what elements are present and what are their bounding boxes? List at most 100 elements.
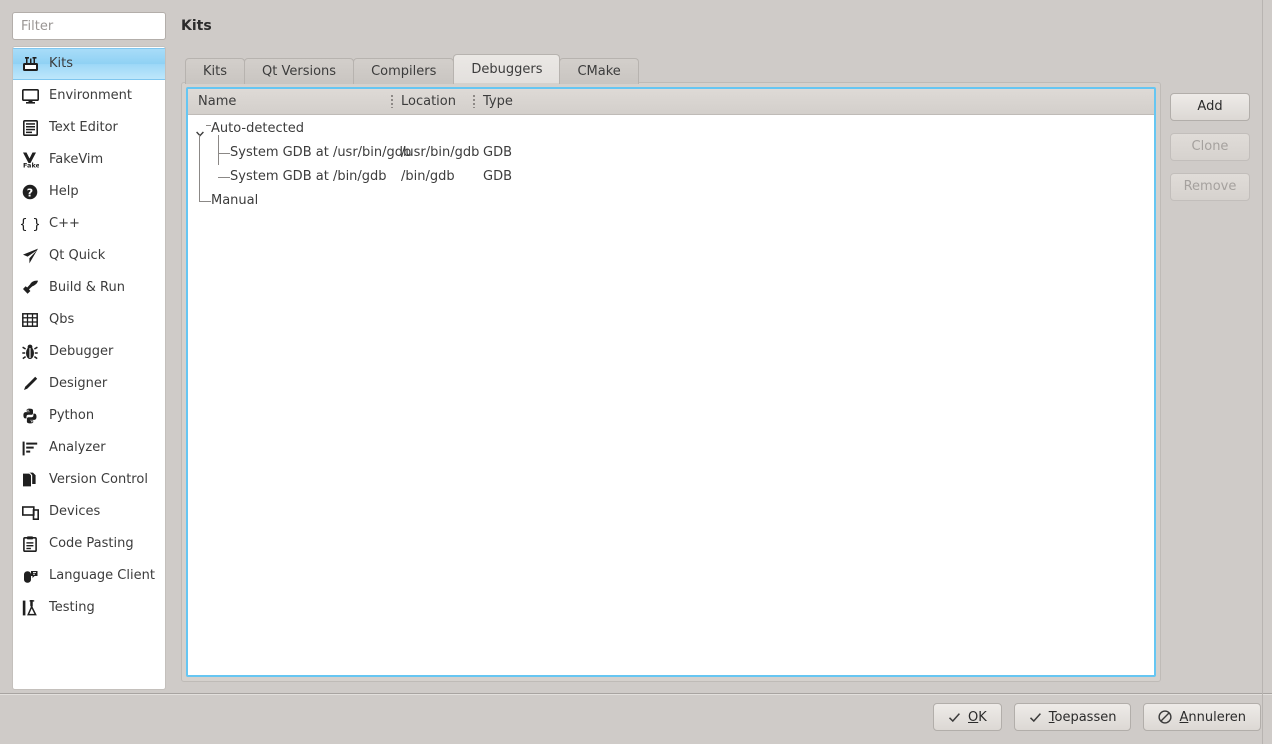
- kits-icon: [19, 54, 41, 74]
- check-icon: [948, 711, 961, 724]
- sidebar-item-qbs[interactable]: Qbs: [13, 304, 165, 336]
- row-type: GDB: [483, 145, 513, 160]
- sidebar-item-label: Debugger: [49, 344, 114, 359]
- sidebar-item-designer[interactable]: Designer: [13, 368, 165, 400]
- sidebar-item-label: Testing: [49, 600, 95, 615]
- tree-branch-elbow-1: [218, 153, 230, 154]
- sidebar-list[interactable]: Kits Environment Text Editor Fake FakeVim? He…: [12, 46, 166, 690]
- sidebar-item-qt-quick[interactable]: Qt Quick: [13, 240, 165, 272]
- row-location: /bin/gdb: [401, 169, 455, 184]
- toepassen-button[interactable]: Toepassen: [1013, 703, 1132, 731]
- sidebar-item-label: Language Client: [49, 568, 155, 583]
- sidebar-item-label: C++: [49, 216, 80, 231]
- sidebar-item-label: Version Control: [49, 472, 148, 487]
- sidebar-item-label: Code Pasting: [49, 536, 134, 551]
- sidebar-item-testing[interactable]: Testing: [13, 592, 165, 624]
- sidebar-item-code-pasting[interactable]: Code Pasting: [13, 528, 165, 560]
- tab-bar: Kits Qt Versions Compilers Debuggers CMake: [185, 54, 639, 84]
- svg-text:?: ?: [27, 186, 33, 199]
- tab-compilers[interactable]: Compilers: [353, 58, 455, 84]
- row-location: /usr/bin/gdb: [401, 145, 480, 160]
- sidebar-item-devices[interactable]: Devices: [13, 496, 165, 528]
- dialog-button-label: Annuleren: [1179, 709, 1246, 725]
- tab-cmake[interactable]: CMake: [559, 58, 639, 84]
- sidebar-item-label: Designer: [49, 376, 108, 391]
- svg-text:{ }: { }: [21, 217, 39, 232]
- sidebar-item-fakevim[interactable]: Fake FakeVim: [13, 144, 165, 176]
- check-icon: [1029, 711, 1042, 724]
- sidebar-item-label: Text Editor: [49, 120, 118, 135]
- column-header-type[interactable]: Type: [483, 89, 513, 114]
- clipboard-icon: [19, 534, 41, 554]
- tab-kits[interactable]: Kits: [185, 58, 246, 84]
- column-resize-handle[interactable]: [391, 95, 393, 108]
- tab-label: Compilers: [371, 64, 437, 79]
- search-input[interactable]: [12, 12, 166, 40]
- sidebar-item-kits[interactable]: Kits: [13, 48, 165, 80]
- hammer-icon: [19, 278, 41, 298]
- tab-label: Kits: [203, 64, 228, 79]
- sidebar-item-language-client[interactable]: Language Client: [13, 560, 165, 592]
- page-title: Kits: [181, 18, 212, 34]
- column-header-location[interactable]: Location: [401, 89, 456, 114]
- table-row[interactable]: Auto-detected: [188, 117, 1154, 141]
- tree-branch-substem: [218, 135, 219, 165]
- row-name: System GDB at /bin/gdb: [230, 169, 387, 184]
- testing-icon: [19, 598, 41, 618]
- sidebar-item-analyzer[interactable]: Analyzer: [13, 432, 165, 464]
- sidebar-item-label: Kits: [49, 56, 74, 71]
- sidebar-item-environment[interactable]: Environment: [13, 80, 165, 112]
- sidebar-item-c[interactable]: { } C++: [13, 208, 165, 240]
- debuggers-tree[interactable]: Name Location Type Auto-detected System GDB…: [186, 87, 1156, 677]
- pencil-icon: [19, 374, 41, 394]
- sidebar-item-build-run[interactable]: Build & Run: [13, 272, 165, 304]
- monitor-icon: [19, 86, 41, 106]
- devices-icon: [19, 502, 41, 522]
- bottom-separator: [0, 693, 1272, 695]
- sidebar-item-label: Qbs: [49, 312, 75, 327]
- tree-branch-root-dash: [206, 125, 211, 126]
- annuleren-button[interactable]: Annuleren: [1143, 703, 1261, 731]
- sidebar-item-python[interactable]: Python: [13, 400, 165, 432]
- braces-icon: { }: [19, 214, 41, 234]
- tab-label: CMake: [577, 64, 621, 79]
- row-name: Auto-detected: [211, 121, 304, 136]
- tab-label: Debuggers: [471, 61, 543, 77]
- tree-header: Name Location Type: [188, 89, 1154, 115]
- table-row[interactable]: System GDB at /usr/bin/gdb/usr/bin/gdb GD…: [188, 141, 1154, 165]
- chevron-down-icon[interactable]: [195, 124, 205, 137]
- tree-action-buttons: Add Clone Remove: [1170, 93, 1250, 213]
- grid-icon: [19, 310, 41, 330]
- column-header-name[interactable]: Name: [198, 89, 236, 114]
- python-icon: [19, 406, 41, 426]
- sidebar-item-version-control[interactable]: Version Control: [13, 464, 165, 496]
- language-client-icon: [19, 566, 41, 586]
- sidebar-item-debugger[interactable]: Debugger: [13, 336, 165, 368]
- tab-qt-versions[interactable]: Qt Versions: [244, 58, 355, 84]
- table-row[interactable]: System GDB at /bin/gdb/bin/gdb GDB: [188, 165, 1154, 189]
- row-name: Manual: [211, 193, 259, 208]
- row-name: System GDB at /usr/bin/gdb: [230, 145, 412, 160]
- add-button[interactable]: Add: [1170, 93, 1250, 121]
- table-row[interactable]: Manual: [188, 189, 1154, 213]
- text-editor-icon: [19, 118, 41, 138]
- column-resize-handle[interactable]: [473, 95, 475, 108]
- dialog-button-row: OK Toepassen Annuleren: [933, 703, 1261, 731]
- row-type: GDB: [483, 169, 513, 184]
- ok-button[interactable]: OK: [933, 703, 1002, 731]
- svg-text:Fake: Fake: [23, 162, 39, 169]
- paper-plane-icon: [19, 246, 41, 266]
- sidebar-item-help[interactable]: ? Help: [13, 176, 165, 208]
- fakevim-icon: Fake: [19, 150, 41, 170]
- bug-icon: [19, 342, 41, 362]
- debuggers-panel: Name Location Type Auto-detected System GDB…: [181, 82, 1161, 682]
- tab-debuggers[interactable]: Debuggers: [453, 54, 561, 83]
- sidebar-item-text-editor[interactable]: Text Editor: [13, 112, 165, 144]
- tree-branch-elbow-manual: [199, 201, 211, 202]
- dialog-button-label: Toepassen: [1048, 709, 1117, 725]
- sidebar-pane: Kits Environment Text Editor Fake FakeVim? He…: [12, 12, 166, 690]
- tree-body[interactable]: Auto-detected System GDB at /usr/bin/gdb /…: [188, 115, 1154, 675]
- sidebar-item-label: Devices: [49, 504, 101, 519]
- help-icon: ?: [19, 182, 41, 202]
- cancel-icon: [1158, 710, 1173, 724]
